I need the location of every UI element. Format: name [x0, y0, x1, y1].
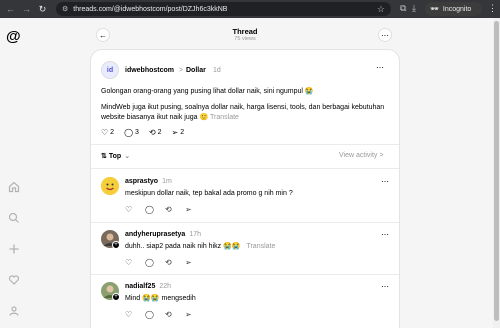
comment-icon[interactable]: ◯: [145, 205, 165, 214]
reply-text: Mind 😭😭 mengsedih: [125, 295, 196, 302]
incognito-icon: 🕶: [430, 6, 439, 13]
send-icon[interactable]: ➢: [185, 258, 205, 267]
view-count: 75 views: [234, 36, 256, 42]
translate-link[interactable]: Translate: [210, 114, 239, 121]
reply-author[interactable]: asprastyo 1m: [125, 178, 172, 185]
back-button[interactable]: ←: [96, 28, 110, 42]
chevron-down-icon: ⌄: [124, 153, 131, 160]
more-icon: ⋯: [381, 30, 389, 40]
send-icon[interactable]: ➢: [185, 205, 205, 214]
divider: [91, 222, 399, 223]
divider: [91, 274, 399, 275]
reply-author[interactable]: andyheruprasetya 17h: [125, 231, 201, 238]
heart-icon: ♡: [101, 128, 109, 137]
comment-icon: ◯: [124, 128, 134, 137]
back-arrow-icon: ←: [99, 30, 107, 40]
repost-icon[interactable]: ⟲: [165, 310, 185, 319]
heart-icon[interactable]: ♡: [125, 258, 145, 267]
left-navigation: @: [0, 18, 30, 328]
reload-icon[interactable]: ↻: [37, 4, 48, 15]
home-icon[interactable]: [7, 180, 21, 194]
like-button[interactable]: ♡ 2: [101, 128, 114, 137]
reply-actions: ♡ ◯ ⟲ ➢: [125, 310, 205, 319]
reply-time: 22h: [159, 283, 172, 290]
post-text-line2: MindWeb juga ikut pusing, soalnya dollar…: [101, 104, 385, 121]
reply-actions: ♡ ◯ ⟲ ➢: [125, 205, 205, 214]
search-icon[interactable]: [7, 211, 21, 225]
post-actions: ♡ 2 ◯ 3 ⟲ 2 ➢ 2: [101, 128, 194, 137]
reply-actions: ♡ ◯ ⟲ ➢: [125, 258, 205, 267]
repost-button[interactable]: ⟲ 2: [149, 128, 162, 137]
divider: [91, 168, 399, 169]
avatar[interactable]: [101, 177, 119, 195]
reply-time: 17h: [189, 231, 201, 238]
repost-count: 2: [157, 129, 162, 136]
share-count: 2: [180, 129, 185, 136]
post-text-line1: Golongan orang-orang yang pusing lihat d…: [101, 88, 314, 95]
post-author[interactable]: idwebhostcom: [125, 67, 174, 74]
incognito-label: Incognito: [442, 5, 472, 13]
share-button[interactable]: ➢ 2: [172, 128, 185, 137]
follow-plus-icon[interactable]: +: [112, 241, 120, 249]
forward-arrow-icon[interactable]: →: [21, 4, 32, 15]
reply-text: duhh.. siap2 pada naik nih hikz 😭😭 Trans…: [125, 243, 276, 250]
scrollbar-thumb[interactable]: [494, 21, 499, 321]
repost-icon[interactable]: ⟲: [165, 258, 185, 267]
reply-text: meskipun dollar naik, tep bakal ada prom…: [125, 190, 293, 197]
activity-heart-icon[interactable]: [7, 273, 21, 287]
heart-icon[interactable]: ♡: [125, 310, 145, 319]
page-scrollbar[interactable]: [493, 18, 500, 328]
page-title: Thread: [232, 27, 258, 36]
divider: [91, 144, 399, 145]
more-icon[interactable]: ⋯: [381, 282, 389, 291]
address-bar[interactable]: ⚙ threads.com/@idwebhostcom/post/DZJh6c3…: [56, 2, 391, 16]
post-topic[interactable]: Dollar: [186, 67, 206, 74]
send-icon[interactable]: ➢: [185, 310, 205, 319]
site-info-icon[interactable]: ⚙: [62, 5, 68, 13]
more-icon[interactable]: ⋯: [381, 230, 389, 239]
back-arrow-icon[interactable]: ←: [5, 4, 16, 15]
reply-author[interactable]: nadialf25 22h: [125, 283, 171, 290]
comment-button[interactable]: ◯ 3: [124, 128, 139, 137]
chevron-right-icon: >: [179, 67, 184, 74]
avatar[interactable]: +: [101, 282, 120, 301]
url-text[interactable]: threads.com/@idwebhostcom/post/DZJh6c3kk…: [73, 6, 227, 13]
extensions-icon[interactable]: ⧉: [400, 3, 406, 14]
repost-icon: ⟲: [148, 128, 156, 137]
post-text-body: MindWeb juga ikut pusing, soalnya dollar…: [101, 103, 391, 123]
downloads-icon[interactable]: ⤓: [412, 3, 416, 14]
comment-icon[interactable]: ◯: [145, 310, 165, 319]
heart-icon[interactable]: ♡: [125, 205, 145, 214]
thread-options-button[interactable]: ⋯: [378, 28, 392, 42]
post-time: 1d: [213, 67, 221, 74]
more-icon[interactable]: ⋯: [376, 63, 384, 72]
browser-toolbar: ← → ↻ ⚙ threads.com/@idwebhostcom/post/D…: [0, 0, 500, 18]
view-activity-link[interactable]: View activity >: [339, 152, 383, 159]
reply-time: 1m: [162, 178, 172, 185]
sort-icon: ⇅: [101, 153, 107, 160]
follow-plus-icon[interactable]: +: [112, 293, 120, 301]
avatar[interactable]: id: [101, 61, 119, 79]
profile-icon[interactable]: [7, 304, 21, 318]
like-count: 2: [110, 129, 115, 136]
comment-icon[interactable]: ◯: [145, 258, 165, 267]
sort-selector[interactable]: ⇅ Top ⌄: [101, 152, 131, 161]
browser-menu-icon[interactable]: ⋮: [488, 3, 497, 14]
comment-count: 3: [135, 129, 139, 136]
create-plus-icon[interactable]: [7, 242, 21, 256]
threads-logo-icon[interactable]: @: [6, 28, 21, 45]
sort-label: Top: [108, 152, 122, 160]
thread-card: id idwebhostcom > Dollar 1d ⋯ Golongan o…: [90, 49, 400, 328]
send-icon: ➢: [171, 128, 179, 137]
repost-icon[interactable]: ⟲: [165, 205, 185, 214]
translate-link[interactable]: Translate: [246, 243, 275, 250]
bookmark-star-icon[interactable]: ☆: [377, 4, 385, 15]
incognito-badge[interactable]: 🕶 Incognito: [425, 2, 482, 16]
avatar[interactable]: +: [101, 230, 120, 249]
more-icon[interactable]: ⋯: [381, 177, 389, 186]
